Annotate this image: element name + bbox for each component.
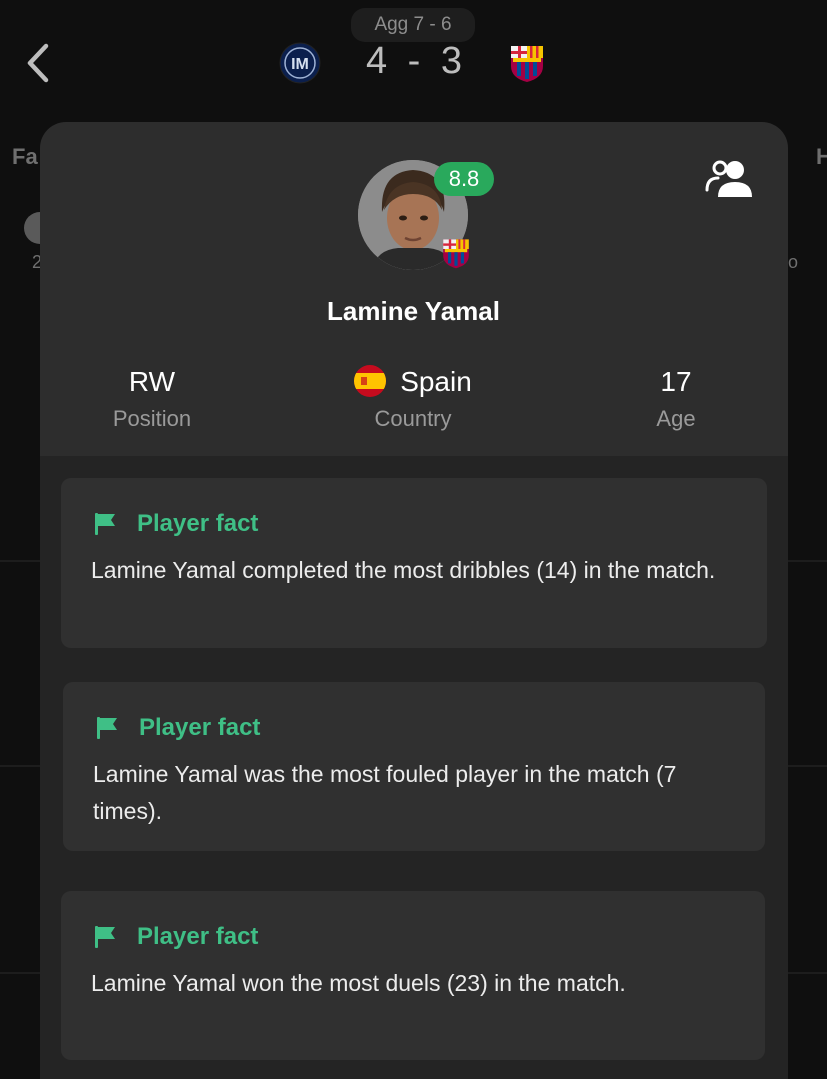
barcelona-logo-icon	[440, 236, 472, 270]
inter-logo-icon[interactable]: IM	[279, 42, 321, 84]
stat-value: RW	[128, 366, 176, 397]
fact-text: Lamine Yamal won the most duels (23) in …	[91, 970, 626, 996]
stat-value: 17	[660, 366, 692, 397]
aggregate-score: Agg 7 - 6	[374, 14, 452, 35]
background-tab-right[interactable]: H	[816, 144, 827, 170]
players-icon[interactable]	[704, 157, 756, 201]
fact-title: Player fact	[139, 714, 261, 741]
player-rating-badge: 8.8	[434, 162, 494, 196]
chevron-left-icon	[27, 43, 49, 83]
fact-title: Player fact	[137, 510, 259, 537]
divider	[788, 560, 827, 562]
back-button[interactable]	[22, 42, 58, 84]
aggregate-score-pill: Agg 7 - 6	[351, 8, 475, 42]
background-text-right: o	[788, 252, 799, 272]
spain-flag-icon	[354, 364, 387, 397]
stat-country: Spain Country	[313, 364, 513, 432]
flag-icon	[95, 926, 115, 948]
divider	[0, 972, 40, 974]
divider	[788, 765, 827, 767]
match-score: 4 - 3	[365, 40, 465, 82]
player-rating: 8.8	[448, 166, 480, 191]
flag-icon	[95, 513, 115, 535]
background-tab-left[interactable]: Fa	[12, 144, 38, 170]
stat-label: Age	[656, 406, 696, 431]
fact-text: Lamine Yamal was the most fouled player …	[93, 761, 677, 824]
fact-title: Player fact	[137, 923, 259, 950]
barcelona-logo-icon[interactable]	[507, 42, 547, 84]
player-fact-card: Player fact Lamine Yamal was the most fo…	[63, 682, 765, 851]
divider	[0, 560, 40, 562]
player-name: Lamine Yamal	[327, 296, 500, 326]
stat-position: RW Position	[52, 364, 252, 432]
divider	[788, 972, 827, 974]
player-fact-card: Player fact Lamine Yamal won the most du…	[61, 891, 765, 1060]
svg-text:IM: IM	[291, 56, 309, 73]
player-fact-card: Player fact Lamine Yamal completed the m…	[61, 478, 767, 648]
stat-label: Position	[112, 406, 192, 431]
flag-icon	[97, 717, 117, 739]
fact-text: Lamine Yamal completed the most dribbles…	[91, 557, 716, 583]
stat-value: Spain	[400, 366, 472, 397]
divider	[0, 765, 40, 767]
stat-label: Country	[374, 406, 452, 431]
stat-age: 17 Age	[576, 364, 776, 432]
